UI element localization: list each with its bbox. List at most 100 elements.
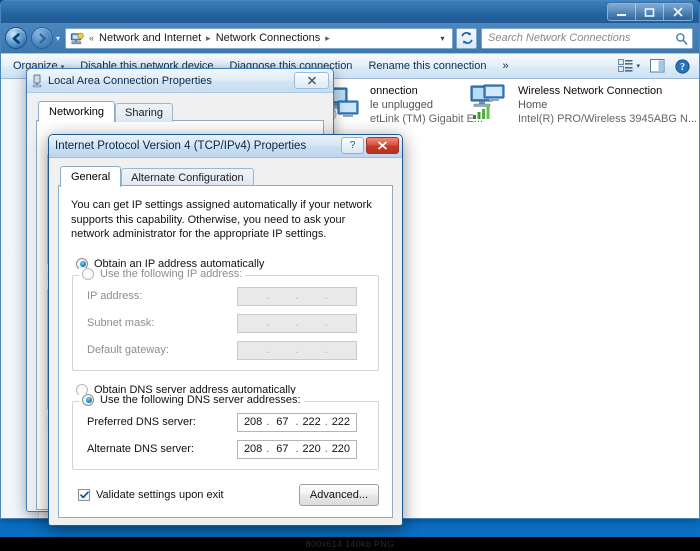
radio-use-following-ip[interactable]: Use the following IP address:: [79, 267, 246, 280]
close-button[interactable]: [366, 137, 399, 154]
field-default-gateway: Default gateway: . . .: [87, 340, 368, 360]
list-item-text: onnection le unplugged etLink (TM) Gigab…: [370, 83, 483, 126]
default-gateway-input[interactable]: . . .: [237, 340, 357, 360]
field-label: Preferred DNS server:: [87, 416, 196, 428]
connection-name: Wireless Network Connection: [518, 85, 663, 97]
radio-use-following-dns[interactable]: Use the following DNS server addresses:: [79, 393, 304, 406]
help-button[interactable]: ?: [670, 57, 695, 76]
field-alternate-dns: Alternate DNS server: 208 . 67 . 220 . 2…: [87, 439, 368, 459]
back-button[interactable]: [5, 27, 27, 49]
octet-3: 222: [302, 416, 321, 428]
breadcrumb[interactable]: « Network and Internet ▸ Network Connect…: [65, 27, 453, 49]
manual-ip-group: Use the following IP address: IP address…: [72, 267, 379, 371]
alternate-dns-input[interactable]: 208 . 67 . 220 . 220: [237, 439, 357, 459]
signal-bars-icon: [473, 106, 490, 119]
connection-status: le unplugged: [370, 99, 434, 111]
address-bar: ▾ « Network and Internet ▸ Network Conne…: [1, 23, 699, 53]
chevron-right-icon[interactable]: ▸: [322, 33, 333, 44]
close-icon: [377, 141, 388, 150]
octet-4: 220: [331, 443, 351, 455]
octet-separator: .: [266, 317, 270, 329]
ip-address-input[interactable]: . . .: [237, 286, 357, 306]
network-folder-icon: [70, 32, 84, 44]
more-commands-button[interactable]: »: [494, 57, 516, 75]
ok-button[interactable]: OK: [234, 526, 308, 527]
octet-1: 208: [243, 416, 263, 428]
dialog-title: Internet Protocol Version 4 (TCP/IPv4) P…: [55, 140, 307, 152]
field-subnet-mask: Subnet mask: . . .: [87, 313, 368, 333]
desktop-wallpaper: ▾ « Network and Internet ▸ Network Conne…: [0, 0, 700, 537]
connection-adapter: etLink (TM) Gigabit E...: [370, 113, 484, 125]
checkbox-validate-settings[interactable]: Validate settings upon exit: [78, 488, 224, 501]
close-icon: [307, 76, 316, 85]
octet-separator: .: [295, 317, 299, 329]
tab-strip: Networking Sharing: [38, 101, 324, 122]
dialog-title: Local Area Connection Properties: [48, 74, 212, 87]
breadcrumb-item-network-and-internet[interactable]: Network and Internet: [97, 31, 203, 45]
change-view-icon: [618, 59, 633, 72]
maximize-button[interactable]: [636, 4, 664, 20]
connection-status: Home: [518, 99, 548, 111]
octet-1: 208: [243, 443, 263, 455]
window-controls: [607, 3, 693, 21]
cancel-button[interactable]: Cancel: [315, 526, 389, 527]
field-ip-address: IP address: . . .: [87, 286, 368, 306]
preview-pane-button[interactable]: [645, 57, 670, 75]
dialog-body: General Alternate Configuration You can …: [49, 158, 402, 527]
preferred-dns-input[interactable]: 208 . 67 . 222 . 222: [237, 412, 357, 432]
tab-general[interactable]: General: [60, 166, 122, 187]
breadcrumb-item-network-connections[interactable]: Network Connections: [214, 31, 323, 45]
chevron-right-icon[interactable]: ▸: [203, 33, 214, 44]
network-connection-icon: [32, 74, 42, 87]
checkbox-label: Validate settings upon exit: [96, 488, 224, 501]
connection-adapter: Intel(R) PRO/Wireless 3945ABG N...: [518, 113, 698, 125]
field-label: Subnet mask:: [87, 317, 155, 329]
dialog-title-bar[interactable]: Internet Protocol Version 4 (TCP/IPv4) P…: [49, 135, 402, 158]
octet-separator: .: [266, 290, 270, 302]
minimize-button[interactable]: [608, 4, 636, 20]
search-box[interactable]: [481, 27, 693, 49]
search-input[interactable]: [486, 31, 675, 45]
rename-connection-button[interactable]: Rename this connection: [360, 57, 494, 75]
close-button[interactable]: [294, 72, 329, 89]
help-button[interactable]: ?: [341, 137, 364, 154]
ipv4-properties-dialog: Internet Protocol Version 4 (TCP/IPv4) P…: [48, 134, 403, 526]
history-dropdown-button[interactable]: ▾: [56, 34, 60, 43]
radio-indicator: [82, 393, 94, 406]
list-item-text: Wireless Network Connection Home Intel(R…: [518, 83, 697, 126]
octet-separator: .: [266, 344, 270, 356]
manual-dns-group: Use the following DNS server addresses: …: [72, 393, 379, 470]
wireless-adapter-icon: [469, 83, 511, 121]
octet-4: 222: [331, 416, 351, 428]
tab-sharing[interactable]: Sharing: [115, 103, 173, 122]
octet-separator: .: [324, 290, 328, 302]
refresh-icon: [460, 32, 473, 44]
svg-text:?: ?: [680, 62, 685, 73]
preview-pane-icon: [650, 59, 665, 73]
octet-3: 220: [302, 443, 321, 455]
checkbox-indicator: [78, 488, 90, 501]
dialog-title-buttons: ?: [341, 137, 399, 154]
dialog-description: You can get IP settings assigned automat…: [71, 199, 372, 240]
refresh-button[interactable]: [456, 27, 477, 49]
field-label: Default gateway:: [87, 344, 169, 356]
advanced-button[interactable]: Advanced...: [298, 483, 379, 506]
window-title-bar[interactable]: [1, 1, 699, 23]
back-arrow-icon: [12, 32, 20, 44]
close-button[interactable]: [664, 4, 692, 20]
change-view-button[interactable]: ▾: [613, 57, 645, 75]
subnet-mask-input[interactable]: . . .: [237, 313, 357, 333]
chevron-down-icon[interactable]: ▾: [435, 34, 450, 43]
octet-2: 67: [276, 416, 289, 428]
chevron-down-icon: ▾: [636, 63, 640, 70]
radio-label: Use the following IP address:: [100, 267, 243, 280]
dialog-title-bar[interactable]: Local Area Connection Properties: [27, 69, 333, 93]
forward-button[interactable]: [31, 27, 53, 49]
breadcrumb-overflow[interactable]: «: [86, 33, 97, 43]
octet-separator: .: [295, 290, 299, 302]
octet-separator: .: [324, 317, 328, 329]
help-icon: ?: [675, 58, 690, 74]
dialog-footer: OK Cancel: [58, 518, 393, 527]
tab-networking[interactable]: Networking: [38, 101, 116, 122]
list-item[interactable]: Wireless Network Connection Home Intel(R…: [469, 83, 699, 126]
